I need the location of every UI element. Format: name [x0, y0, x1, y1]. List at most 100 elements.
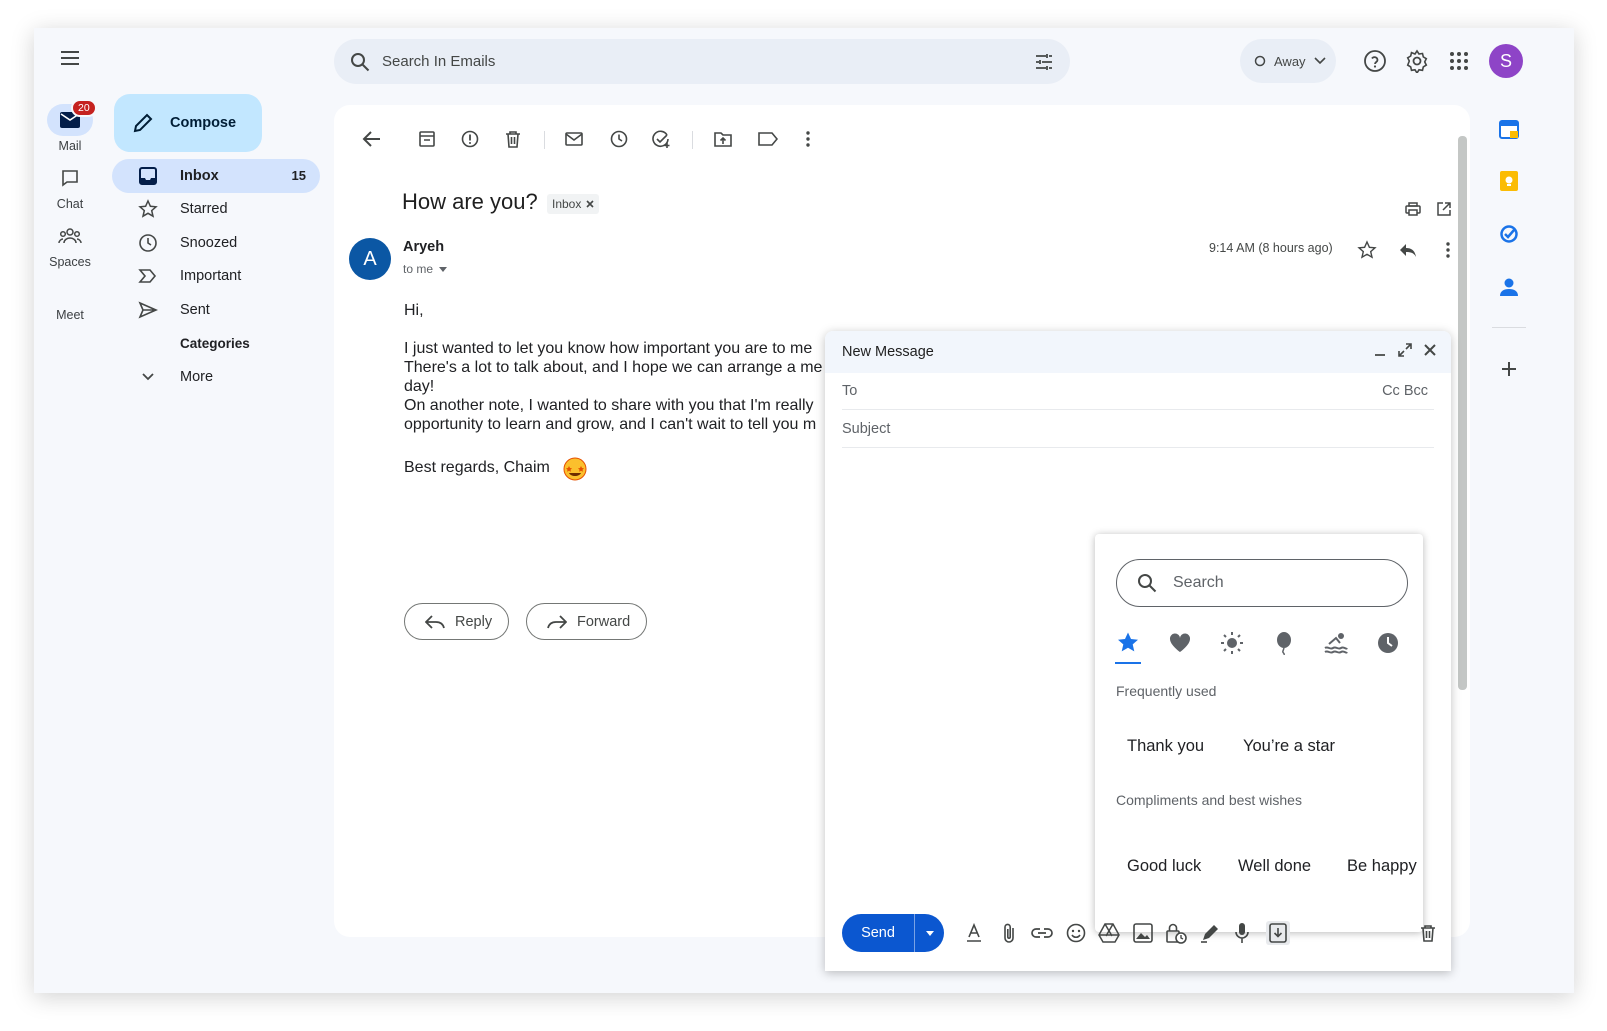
search-icon	[350, 52, 370, 72]
insert-emoji-icon[interactable]	[1064, 921, 1088, 945]
apps-grid-icon[interactable]	[1444, 46, 1474, 76]
rail-spaces[interactable]: Spaces	[34, 220, 106, 269]
keep-icon[interactable]	[1496, 168, 1522, 194]
heart-icon[interactable]	[1167, 630, 1193, 656]
rail-chat-label: Chat	[56, 197, 84, 211]
insert-drive-icon[interactable]	[1097, 921, 1121, 945]
formatting-options-icon[interactable]	[962, 921, 986, 945]
email-body: Hi, I just wanted to let you know how im…	[404, 302, 823, 433]
label-chip-text: Inbox	[552, 197, 582, 211]
rail-mail[interactable]: 20 Mail	[34, 99, 106, 153]
nav-item-more[interactable]: More	[112, 360, 320, 394]
delete-trash-icon[interactable]	[501, 127, 525, 151]
nav-item-starred[interactable]: Starred	[112, 193, 320, 227]
nav-item-label: Important	[180, 268, 242, 285]
mark-unread-icon[interactable]	[562, 127, 586, 151]
open-new-window-icon[interactable]	[1432, 197, 1456, 221]
sun-icon[interactable]	[1219, 630, 1245, 656]
sender-name[interactable]: Aryeh	[403, 239, 444, 255]
stickers-toggle-icon[interactable]	[1266, 921, 1290, 945]
nav-item-categories[interactable]: Categories	[112, 327, 320, 361]
balloon-icon[interactable]	[1271, 630, 1297, 656]
star-icon	[138, 199, 158, 219]
cc-bcc-link[interactable]: Cc Bcc	[1382, 383, 1428, 399]
nav-item-important[interactable]: Important	[112, 260, 320, 294]
recent-clock-icon[interactable]	[1375, 630, 1401, 656]
discard-draft-trash-icon[interactable]	[1416, 921, 1440, 945]
sticker-option[interactable]: You’re a star	[1243, 737, 1335, 756]
important-icon	[138, 266, 158, 286]
microphone-icon[interactable]	[1230, 921, 1254, 945]
snooze-clock-icon[interactable]	[607, 127, 631, 151]
subject-field[interactable]: Subject	[842, 411, 1434, 448]
confidential-mode-icon[interactable]	[1164, 921, 1188, 945]
inbox-count: 15	[291, 168, 306, 184]
minimize-icon[interactable]	[1373, 343, 1387, 357]
attach-paperclip-icon[interactable]	[997, 921, 1021, 945]
insert-signature-pen-icon[interactable]	[1198, 921, 1222, 945]
email-scrollbar[interactable]	[1458, 136, 1467, 690]
nav-item-sent[interactable]: Sent	[112, 293, 320, 327]
nav-item-snoozed[interactable]: Snoozed	[112, 226, 320, 260]
report-spam-icon[interactable]	[458, 127, 482, 151]
account-avatar[interactable]: S	[1489, 44, 1523, 78]
calendar-icon[interactable]	[1496, 116, 1522, 142]
nav-item-label: Inbox	[180, 167, 219, 184]
send-options-dropdown[interactable]	[914, 914, 944, 952]
back-arrow-icon[interactable]	[360, 127, 384, 151]
nav-item-inbox[interactable]: Inbox 15	[112, 159, 320, 193]
move-to-folder-icon[interactable]	[711, 127, 735, 151]
reply-arrow-icon[interactable]	[1396, 238, 1420, 262]
sticker-option[interactable]: Thank you	[1127, 737, 1204, 756]
beach-activity-icon[interactable]	[1323, 630, 1349, 656]
insert-photo-icon[interactable]	[1131, 921, 1155, 945]
sender-avatar[interactable]: A	[349, 238, 391, 280]
sticker-option[interactable]: Be happy	[1347, 857, 1417, 876]
subject-placeholder: Subject	[842, 421, 891, 437]
reply-button[interactable]: Reply	[404, 603, 510, 640]
archive-icon[interactable]	[415, 127, 439, 151]
tasks-icon[interactable]	[1496, 221, 1522, 247]
recipient-details[interactable]: to me	[403, 262, 448, 276]
insert-link-icon[interactable]	[1030, 921, 1054, 945]
nav-item-label: Starred	[180, 201, 228, 218]
add-task-icon[interactable]	[650, 127, 674, 151]
sticker-search-input[interactable]: Search	[1116, 559, 1408, 607]
help-icon[interactable]	[1360, 46, 1390, 76]
send-button[interactable]: Send	[842, 925, 914, 941]
reply-icon	[425, 614, 445, 629]
close-icon[interactable]	[1423, 343, 1437, 357]
to-field[interactable]: To Cc Bcc	[842, 373, 1434, 410]
caret-down-icon	[439, 266, 448, 272]
message-more-options-icon[interactable]	[1436, 238, 1460, 262]
gmail-window: 20 Mail Chat Spaces Meet Compose Inbox 1…	[34, 28, 1574, 993]
toolbar-separator	[544, 131, 545, 149]
favorites-star-icon[interactable]	[1115, 630, 1141, 656]
forward-button[interactable]: Forward	[526, 603, 648, 640]
clock-icon	[138, 233, 158, 253]
remove-label-close-icon[interactable]	[586, 200, 594, 208]
inbox-icon	[138, 166, 158, 186]
add-addon-plus-icon[interactable]	[1496, 356, 1522, 382]
search-input[interactable]: Search In Emails	[382, 53, 1034, 70]
status-selector[interactable]: Away	[1240, 39, 1336, 83]
settings-gear-icon[interactable]	[1402, 46, 1432, 76]
mail-nav: Inbox 15 Starred Snoozed Important Sent …	[112, 159, 320, 394]
compose-button[interactable]: Compose	[114, 94, 262, 152]
label-tag-icon[interactable]	[756, 127, 780, 151]
print-icon[interactable]	[1401, 197, 1425, 221]
sticker-option[interactable]: Good luck	[1127, 857, 1201, 876]
rail-meet-label: Meet	[56, 308, 84, 322]
search-bar[interactable]: Search In Emails	[334, 39, 1070, 84]
rail-chat[interactable]: Chat	[34, 162, 106, 211]
sticker-option[interactable]: Well done	[1238, 857, 1311, 876]
main-menu-icon[interactable]	[58, 46, 82, 70]
search-options-icon[interactable]	[1034, 53, 1054, 71]
new-message-header[interactable]: New Message	[825, 331, 1451, 373]
sticker-panel: Search Frequently used Thank you You’re …	[1095, 534, 1423, 932]
rail-meet[interactable]: Meet	[34, 308, 106, 322]
more-options-icon[interactable]	[796, 127, 820, 151]
contacts-icon[interactable]	[1496, 274, 1522, 300]
star-icon[interactable]	[1355, 238, 1379, 262]
expand-fullscreen-icon[interactable]	[1398, 343, 1412, 357]
